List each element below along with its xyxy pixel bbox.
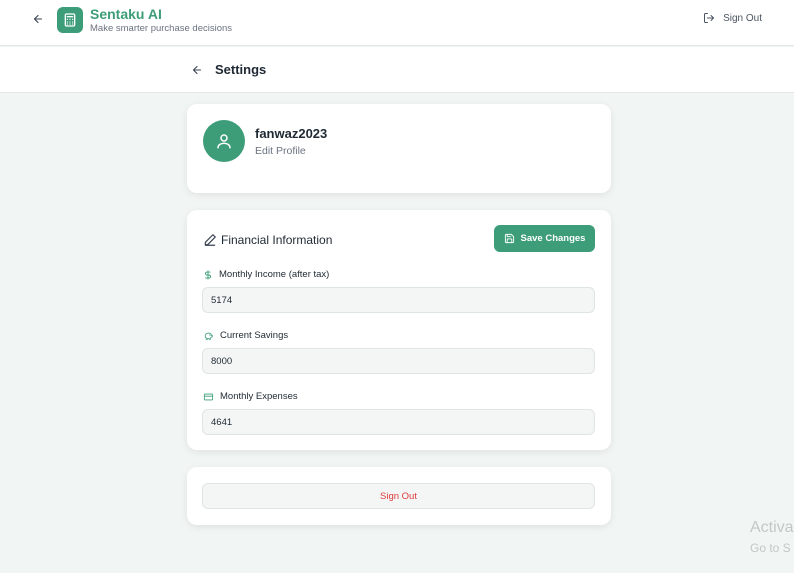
save-changes-label: Save Changes [520, 233, 586, 244]
monthly-income-label: Monthly Income (after tax) [219, 269, 330, 280]
monthly-expenses-label-row: Monthly Expenses [203, 391, 298, 402]
sign-out-button[interactable]: Sign Out [202, 483, 595, 509]
header-sign-out-label: Sign Out [723, 12, 762, 24]
piggy-bank-icon [204, 332, 213, 340]
activation-watermark: Activa Go to S [750, 518, 794, 558]
avatar [203, 120, 245, 162]
app-logo [57, 7, 83, 33]
dollar-icon [205, 269, 211, 280]
current-savings-label-row: Current Savings [203, 330, 288, 341]
username: fanwaz2023 [255, 126, 328, 141]
profile-card: fanwaz2023 Edit Profile [187, 104, 611, 193]
arrow-left-icon [33, 14, 43, 24]
user-icon [217, 134, 231, 149]
financial-info-card: Financial Information Save Changes Month… [187, 210, 611, 450]
app-title: Sentaku AI [90, 6, 162, 22]
credit-card-icon [203, 393, 214, 400]
log-out-icon [704, 13, 715, 23]
settings-bar: Settings [0, 47, 794, 93]
account-card: Sign Out [187, 467, 611, 525]
settings-back-button[interactable] [190, 63, 204, 77]
current-savings-label: Current Savings [220, 330, 289, 341]
page-title: Settings [215, 62, 267, 77]
calculator-icon [64, 13, 76, 27]
app-subtitle: Make smarter purchase decisions [90, 23, 233, 34]
save-icon [504, 233, 514, 244]
app-header: Sentaku AI Make smarter purchase decisio… [0, 0, 794, 46]
save-changes-button[interactable]: Save Changes [494, 225, 595, 252]
financial-info-title: Financial Information [221, 233, 333, 247]
current-savings-input[interactable] [202, 348, 595, 374]
edit-profile-link[interactable]: Edit Profile [255, 145, 306, 157]
arrow-left-icon [192, 65, 202, 75]
watermark-line1: Activa [750, 519, 794, 536]
back-button[interactable] [30, 11, 46, 27]
pencil-icon [204, 234, 216, 246]
monthly-expenses-input[interactable] [202, 409, 595, 435]
watermark-line2: Go to S [750, 541, 791, 555]
monthly-income-label-row: Monthly Income (after tax) [203, 269, 329, 280]
monthly-income-input[interactable] [202, 287, 595, 313]
monthly-expenses-label: Monthly Expenses [220, 391, 298, 402]
header-sign-out-button[interactable]: Sign Out [703, 12, 762, 24]
